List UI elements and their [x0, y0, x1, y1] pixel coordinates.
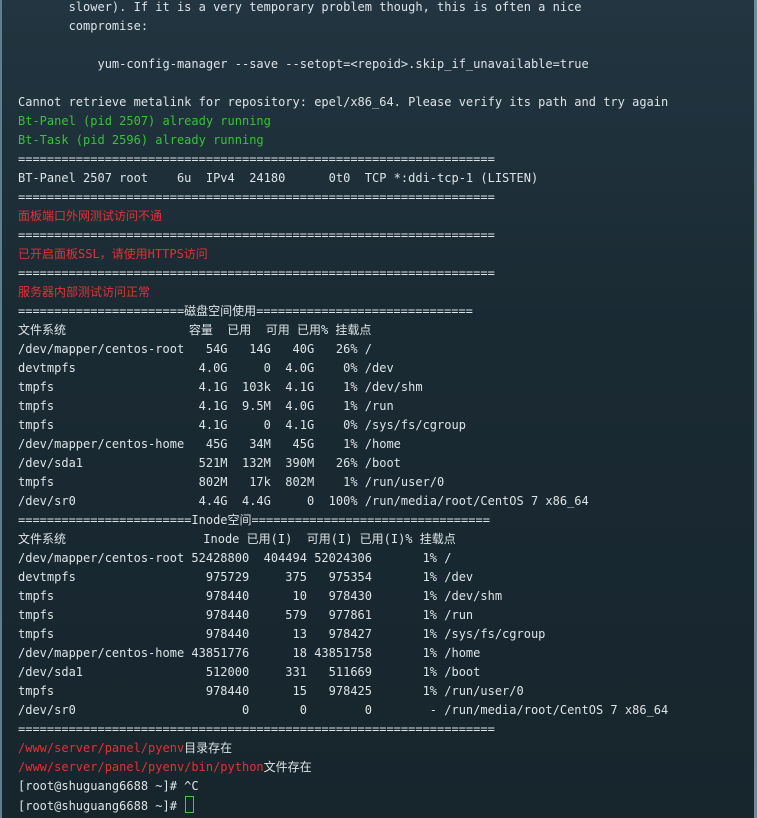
terminal-line: /dev/sr0 0 0 0 - /run/media/root/CentOS … [18, 703, 669, 717]
terminal-line: 面板端口外网测试访问不通 [18, 209, 163, 223]
terminal-line: ========================================… [18, 266, 495, 280]
text-cursor[interactable] [185, 796, 195, 813]
pyenv-bin-line: /www/server/panel/pyenv/bin/python文件存在 [18, 758, 312, 777]
terminal-line: slower). If it is a very temporary probl… [18, 0, 582, 14]
terminal-line: tmpfs 978440 13 978427 1% /sys/fs/cgroup [18, 627, 546, 641]
pyenv-bin-status: 文件存在 [263, 760, 312, 774]
pyenv-bin-path: /www/server/panel/pyenv/bin/python [18, 760, 264, 774]
terminal-line: ========================Inode空间=========… [18, 513, 490, 527]
terminal-line: devtmpfs 975729 375 975354 1% /dev [18, 570, 474, 584]
terminal-line: tmpfs 802M 17k 802M 1% /run/user/0 [18, 475, 445, 489]
terminal-line: /dev/mapper/centos-root 52428800 404494 … [18, 551, 452, 565]
terminal-line: =======================磁盘空间使用===========… [18, 304, 473, 318]
terminal-window[interactable]: slower). If it is a very temporary probl… [0, 0, 757, 818]
terminal-line: /dev/sda1 521M 132M 390M 26% /boot [18, 456, 401, 470]
terminal-line: /dev/mapper/centos-home 43851776 18 4385… [18, 646, 481, 660]
prompt-line-interrupted: [root@shuguang6688 ~]# ^C [18, 779, 199, 793]
pyenv-dir-line: /www/server/panel/pyenv目录存在 [18, 739, 232, 758]
terminal-line: tmpfs 4.1G 9.5M 4.0G 1% /run [18, 399, 394, 413]
terminal-line: 文件系统 容量 已用 可用 已用% 挂载点 [18, 323, 372, 337]
terminal-line: tmpfs 4.1G 103k 4.1G 1% /dev/shm [18, 380, 423, 394]
terminal-line: Bt-Panel (pid 2507) already running [18, 114, 271, 128]
terminal-line: compromise: [18, 19, 149, 33]
terminal-line: 文件系统 Inode 已用(I) 可用(I) 已用(I)% 挂载点 [18, 532, 456, 546]
terminal-line: /dev/sr0 4.4G 4.4G 0 100% /run/media/roo… [18, 494, 589, 508]
terminal-line: tmpfs 978440 10 978430 1% /dev/shm [18, 589, 503, 603]
terminal-line: ========================================… [18, 722, 495, 736]
pyenv-dir-path: /www/server/panel/pyenv [18, 741, 185, 755]
terminal-line: tmpfs 978440 579 977861 1% /run [18, 608, 474, 622]
terminal-line: Cannot retrieve metalink for repository:… [18, 95, 669, 109]
shell-prompt: [root@shuguang6688 ~]# [18, 799, 185, 813]
pyenv-dir-status: 目录存在 [184, 741, 233, 755]
terminal-line: ========================================… [18, 152, 495, 166]
terminal-line: /dev/mapper/centos-root 54G 14G 40G 26% … [18, 342, 373, 356]
terminal-line: ========================================… [18, 228, 495, 242]
terminal-line: BT-Panel 2507 root 6u IPv4 24180 0t0 TCP… [18, 171, 539, 185]
terminal-line: /dev/sda1 512000 331 511669 1% /boot [18, 665, 481, 679]
terminal-line: ========================================… [18, 190, 495, 204]
terminal-line: /dev/mapper/centos-home 45G 34M 45G 1% /… [18, 437, 401, 451]
terminal-line: yum-config-manager --save --setopt=<repo… [18, 57, 589, 71]
prompt-line-active[interactable]: [root@shuguang6688 ~]# [18, 796, 195, 815]
terminal-line: Bt-Task (pid 2596) already running [18, 133, 264, 147]
terminal-line: tmpfs 4.1G 0 4.1G 0% /sys/fs/cgroup [18, 418, 466, 432]
terminal-line: 已开启面板SSL，请使用HTTPS访问 [18, 247, 208, 261]
terminal-line: tmpfs 978440 15 978425 1% /run/user/0 [18, 684, 524, 698]
terminal-line: 服务器内部测试访问正常 [18, 285, 151, 299]
terminal-line: devtmpfs 4.0G 0 4.0G 0% /dev [18, 361, 394, 375]
